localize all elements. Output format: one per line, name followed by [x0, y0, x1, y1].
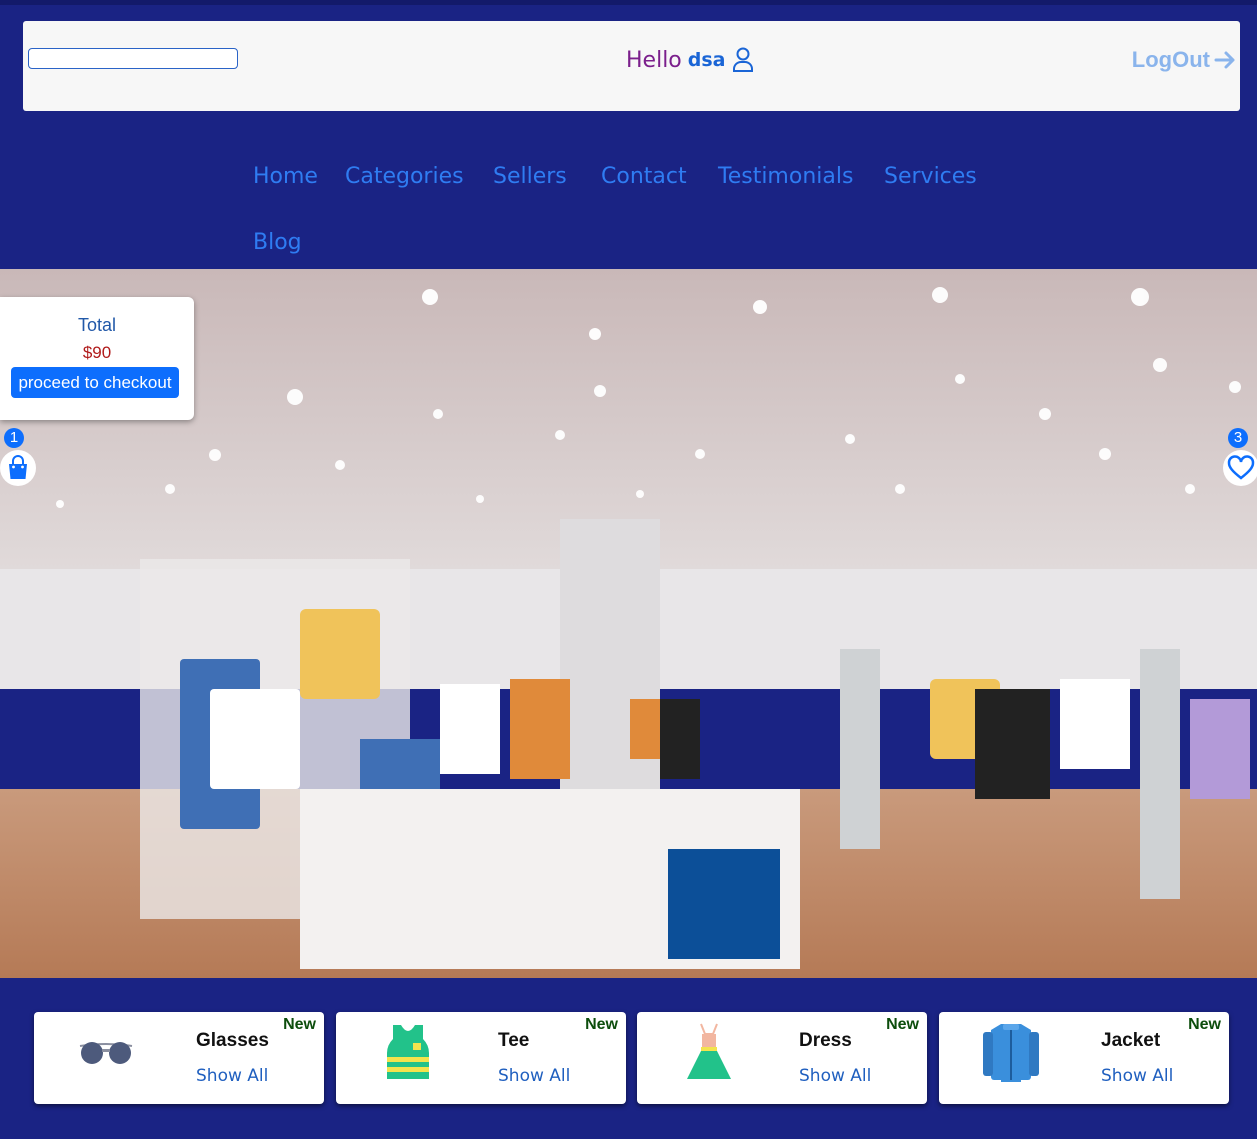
nav-blog[interactable]: Blog — [253, 230, 302, 255]
category-card-tee[interactable]: New Tee Show All — [336, 1012, 626, 1104]
jacket-icon — [979, 1022, 1043, 1082]
new-badge: New — [886, 1016, 919, 1033]
show-all-link[interactable]: Show All — [799, 1066, 871, 1086]
category-name: Tee — [498, 1030, 530, 1051]
category-name: Jacket — [1101, 1030, 1161, 1051]
category-card-jacket[interactable]: New Jacket Show All — [939, 1012, 1229, 1104]
nav-home[interactable]: Home — [253, 164, 318, 189]
shopping-bag-icon — [6, 455, 30, 481]
category-name: Glasses — [196, 1030, 269, 1051]
tank-top-icon — [376, 1022, 440, 1082]
arrow-right-icon — [1214, 50, 1236, 70]
new-badge: New — [1188, 1016, 1221, 1033]
show-all-link[interactable]: Show All — [498, 1066, 570, 1086]
cart-summary: Total $90 proceed to checkout — [0, 297, 194, 420]
new-badge: New — [283, 1016, 316, 1033]
header-bar: Hello dsa LogOut — [23, 21, 1240, 111]
greeting-text: Hello — [626, 47, 682, 73]
top-border — [0, 0, 1257, 5]
category-card-glasses[interactable]: New Glasses Show All — [34, 1012, 324, 1104]
cart-total-value: $90 — [82, 343, 112, 362]
checkout-button[interactable]: proceed to checkout — [11, 367, 179, 398]
sunglasses-icon — [74, 1022, 138, 1082]
dress-icon — [677, 1022, 741, 1082]
wishlist-count-badge: 3 — [1228, 428, 1248, 448]
wishlist-button[interactable] — [1223, 450, 1257, 486]
username: dsa — [687, 49, 726, 71]
search-input[interactable] — [28, 48, 238, 69]
logout-label: LogOut — [1131, 47, 1210, 72]
category-card-dress[interactable]: New Dress Show All — [637, 1012, 927, 1104]
user-icon[interactable] — [732, 47, 754, 73]
new-badge: New — [585, 1016, 618, 1033]
logout-button[interactable]: LogOut — [1132, 45, 1236, 75]
show-all-link[interactable]: Show All — [1101, 1066, 1173, 1086]
nav-contact[interactable]: Contact — [601, 164, 687, 189]
category-name: Dress — [799, 1030, 852, 1051]
cart-count-badge: 1 — [4, 428, 24, 448]
nav-services[interactable]: Services — [884, 164, 977, 189]
nav-testimonials[interactable]: Testimonials — [718, 164, 853, 189]
cart-total-label: Total — [77, 315, 117, 335]
cart-button[interactable] — [0, 450, 36, 486]
nav-sellers[interactable]: Sellers — [493, 164, 567, 189]
show-all-link[interactable]: Show All — [196, 1066, 268, 1086]
heart-icon — [1227, 455, 1255, 481]
nav-categories[interactable]: Categories — [345, 164, 464, 189]
greeting: Hello dsa — [626, 45, 754, 75]
